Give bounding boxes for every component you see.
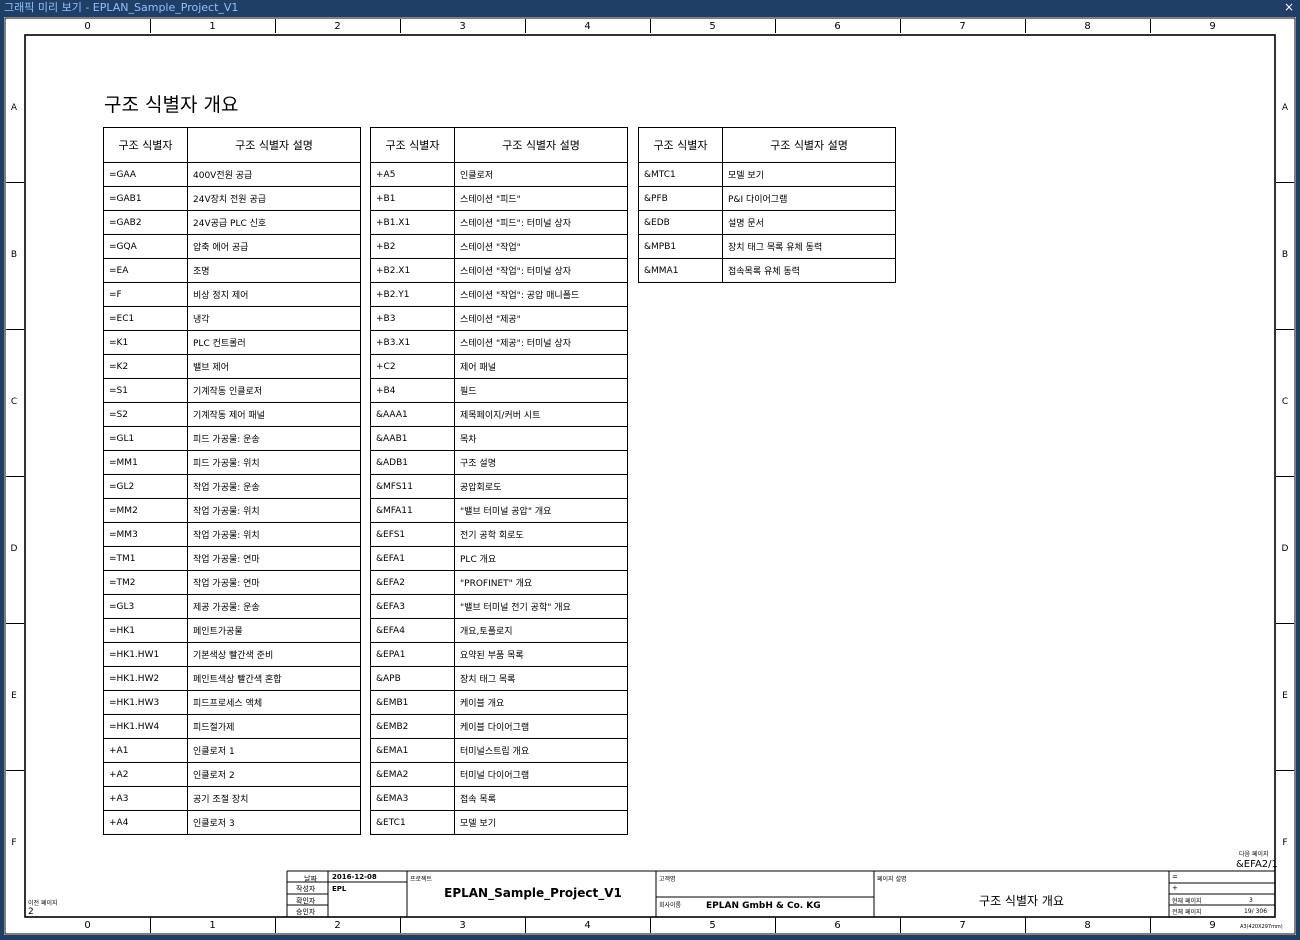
date-label: 날짜 <box>304 875 317 883</box>
company-value: EPLAN GmbH & Co. KG <box>706 901 821 911</box>
paper-format: A3(420X297mm) <box>1240 924 1283 930</box>
company-label: 회사이름 <box>659 902 682 909</box>
title-block-lines <box>286 870 1275 917</box>
current-page-value: 3 <box>1249 897 1253 904</box>
total-page-value: 19/ 306 <box>1244 908 1268 915</box>
current-page-label: 현재 페이지 <box>1172 898 1202 905</box>
drawing-sheet: 00112233445566778899AABBCCDDEEFF 구조 식별자 … <box>4 17 1296 935</box>
author-label: 작성자 <box>296 885 316 893</box>
plus-label: + <box>1172 884 1178 892</box>
page-description-label: 페이지 설명 <box>877 876 907 883</box>
project-label: 프로젝트 <box>410 876 433 883</box>
window-title: 그래픽 미리 보기 - EPLAN_Sample_Project_V1 <box>4 1 239 14</box>
total-page-label: 전체 페이지 <box>1172 909 1202 916</box>
author-value: EPL <box>332 885 347 893</box>
prev-page-value: 2 <box>28 907 34 917</box>
prev-page-label: 이전 페이지 <box>28 900 58 907</box>
approved-label: 승인자 <box>296 908 316 916</box>
project-value: EPLAN_Sample_Project_V1 <box>444 886 622 900</box>
customer-label: 고객명 <box>659 876 676 883</box>
eq-label: = <box>1172 873 1178 881</box>
close-icon[interactable]: × <box>1284 0 1294 15</box>
page-description-value: 구조 식별자 개요 <box>979 894 1064 908</box>
date-value: 2016-12-08 <box>332 873 377 881</box>
window-titlebar: 그래픽 미리 보기 - EPLAN_Sample_Project_V1 × <box>0 0 1300 15</box>
checked-label: 확인자 <box>296 897 316 905</box>
